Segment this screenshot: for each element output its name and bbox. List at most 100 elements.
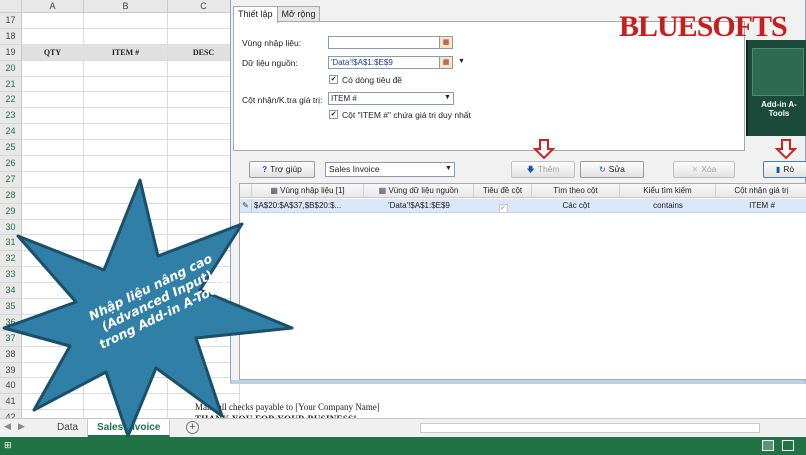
sheet-row: 26 [0, 156, 240, 172]
source-picker-icon[interactable]: ▦ [439, 56, 453, 69]
sheet-cell[interactable] [84, 124, 168, 141]
column-header-b[interactable]: B [84, 0, 168, 13]
sheet-cell[interactable]: QTY [22, 44, 84, 61]
delete-icon: ✕ [691, 165, 699, 174]
source-range-field[interactable]: 'Data'!$A$1:$E$9 [328, 56, 440, 69]
dialog-tabs: Thiết lập Mở rộng [233, 6, 321, 23]
grid-cell-search-col[interactable]: Các cột [532, 199, 620, 213]
row-header[interactable]: 19 [0, 44, 22, 61]
grid-header-checkbox[interactable]: ✔ [498, 204, 508, 213]
sheet-cell[interactable] [84, 92, 168, 109]
range-picker-icon[interactable]: ▦ [439, 36, 453, 49]
sheet-cell[interactable] [84, 156, 168, 172]
has-header-label: Có dòng tiêu đề [342, 75, 403, 85]
sheet-row: 20 [0, 60, 240, 77]
sheet-cell[interactable] [22, 156, 84, 172]
add-arrow-icon: 🡇 [526, 165, 535, 174]
input-range-field[interactable] [328, 36, 440, 49]
match-column-dropdown-icon[interactable]: ▼ [444, 94, 451, 101]
sheet-row: 23 [0, 108, 240, 125]
run-icon: ▮ [775, 165, 781, 174]
grid-col-search-col[interactable]: Tìm theo cột [532, 184, 620, 198]
page-layout-view-icon[interactable] [782, 440, 794, 451]
sheet-cell[interactable] [84, 140, 168, 157]
match-column-select[interactable]: ITEM # [328, 92, 454, 105]
grid-row[interactable]: ✎ $A$20:$A$37,$B$20:$... 'Data'!$A$1:$E$… [240, 199, 806, 213]
grid-col-result-col[interactable]: Cột nhận giá trị [716, 184, 806, 198]
sheet-row: 24 [0, 124, 240, 141]
column-header-a[interactable]: A [22, 0, 84, 13]
has-header-checkbox[interactable]: ✔ [329, 75, 338, 84]
row-header[interactable]: 17 [0, 13, 22, 29]
unique-values-checkbox[interactable]: ✔ [329, 110, 338, 119]
profile-select[interactable]: Sales Invoice [325, 162, 455, 177]
row-header[interactable]: 25 [0, 140, 22, 157]
grid-col-source-range[interactable]: ▦ Vùng dữ liệu nguồn [364, 184, 474, 198]
sheet-cell[interactable] [84, 76, 168, 93]
tab-extended[interactable]: Mở rộng [276, 6, 321, 22]
sheet-cell[interactable] [22, 140, 84, 157]
row-header[interactable]: 21 [0, 76, 22, 93]
add-button[interactable]: 🡇 Thêm [511, 161, 575, 178]
sheet-row: 19 QTY ITEM # DESC [0, 44, 240, 61]
edit-icon: ↻ [599, 165, 606, 174]
normal-view-icon[interactable] [762, 440, 774, 451]
sheet-cell[interactable] [22, 13, 84, 29]
input-range-label: Vùng nhập liệu: [242, 38, 302, 48]
grid-col-header[interactable]: Tiêu đề cột [474, 184, 532, 198]
row-header[interactable]: 26 [0, 156, 22, 172]
row-header[interactable]: 22 [0, 92, 22, 109]
unique-values-label: Cột "ITEM #" chứa giá trị duy nhất [342, 110, 471, 120]
run-button[interactable]: ▮ Rò [763, 161, 806, 178]
help-button[interactable]: ? Trợ giúp [249, 161, 315, 178]
sheet-cell[interactable] [22, 76, 84, 93]
row-header[interactable]: 24 [0, 124, 22, 141]
sheet-cell[interactable] [22, 92, 84, 109]
sheet-cell[interactable] [84, 60, 168, 77]
row-header[interactable]: 18 [0, 28, 22, 45]
sheet-cell[interactable] [84, 108, 168, 125]
tab-setup[interactable]: Thiết lập [233, 6, 278, 23]
settings-grid: ▦ Vùng nhập liệu [1] ▦ Vùng dữ liệu nguồ… [239, 183, 806, 380]
advanced-input-dialog: Thiết lập Mở rộng Vùng nhập liệu: ▦ Dữ l… [230, 0, 806, 384]
sheet-row: 17 [0, 13, 240, 29]
sheet-row: 21 [0, 76, 240, 93]
sheet-cell[interactable]: ITEM # [84, 44, 168, 61]
sheet-cell[interactable] [22, 60, 84, 77]
status-mode-icon: ⊞ [4, 440, 12, 450]
sheet-cell[interactable] [22, 108, 84, 125]
sheet-cell[interactable] [22, 124, 84, 141]
grid-cell-search-type[interactable]: contains [620, 199, 716, 213]
bluesofts-logo: BLUESOFTS [619, 10, 788, 43]
help-icon: ? [262, 165, 268, 174]
select-all-corner[interactable] [0, 0, 22, 13]
sheet-cell[interactable] [84, 28, 168, 45]
product-box-art [752, 48, 804, 96]
sheet-row: 18 [0, 28, 240, 45]
product-box-title: Add-in A-Tools [761, 100, 797, 118]
grid-col-search-type[interactable]: Kiểu tìm kiếm [620, 184, 716, 198]
dialog-toolbar: ? Trợ giúp Sales Invoice ▼ 🡇 Thêm ↻ Sửa ✕ Xó… [233, 155, 806, 181]
product-box-image: Add-in A-Tools [746, 40, 806, 136]
sheet-row: 25 [0, 140, 240, 157]
grid-cell-header[interactable]: ✔ [474, 199, 532, 213]
delete-button[interactable]: ✕ Xóa [673, 161, 735, 178]
grid-header: ▦ Vùng nhập liệu [1] ▦ Vùng dữ liệu nguồ… [240, 184, 806, 198]
sheet-cell[interactable] [22, 28, 84, 45]
grid-cell-source-range[interactable]: 'Data'!$A$1:$E$9 [364, 199, 474, 213]
column-headers: A B C [0, 0, 240, 13]
grid-cell-result-col[interactable]: ITEM # [716, 199, 806, 213]
row-header[interactable]: 20 [0, 60, 22, 77]
grid-icon-2: ▦ [378, 186, 389, 195]
red-arrow-down-icon-2 [775, 139, 797, 160]
source-dropdown-icon[interactable]: ▼ [458, 58, 465, 65]
sheet-row: 22 [0, 92, 240, 109]
status-bar: ⊞ [0, 437, 806, 455]
profile-dropdown-icon[interactable]: ▼ [445, 165, 452, 172]
row-header[interactable]: 23 [0, 108, 22, 125]
horizontal-scrollbar[interactable] [420, 423, 760, 433]
red-arrow-down-icon [533, 139, 555, 160]
edit-button[interactable]: ↻ Sửa [580, 161, 644, 178]
sheet-cell[interactable] [84, 13, 168, 29]
match-column-label: Cột nhận/K.tra giá trị: [242, 95, 323, 105]
